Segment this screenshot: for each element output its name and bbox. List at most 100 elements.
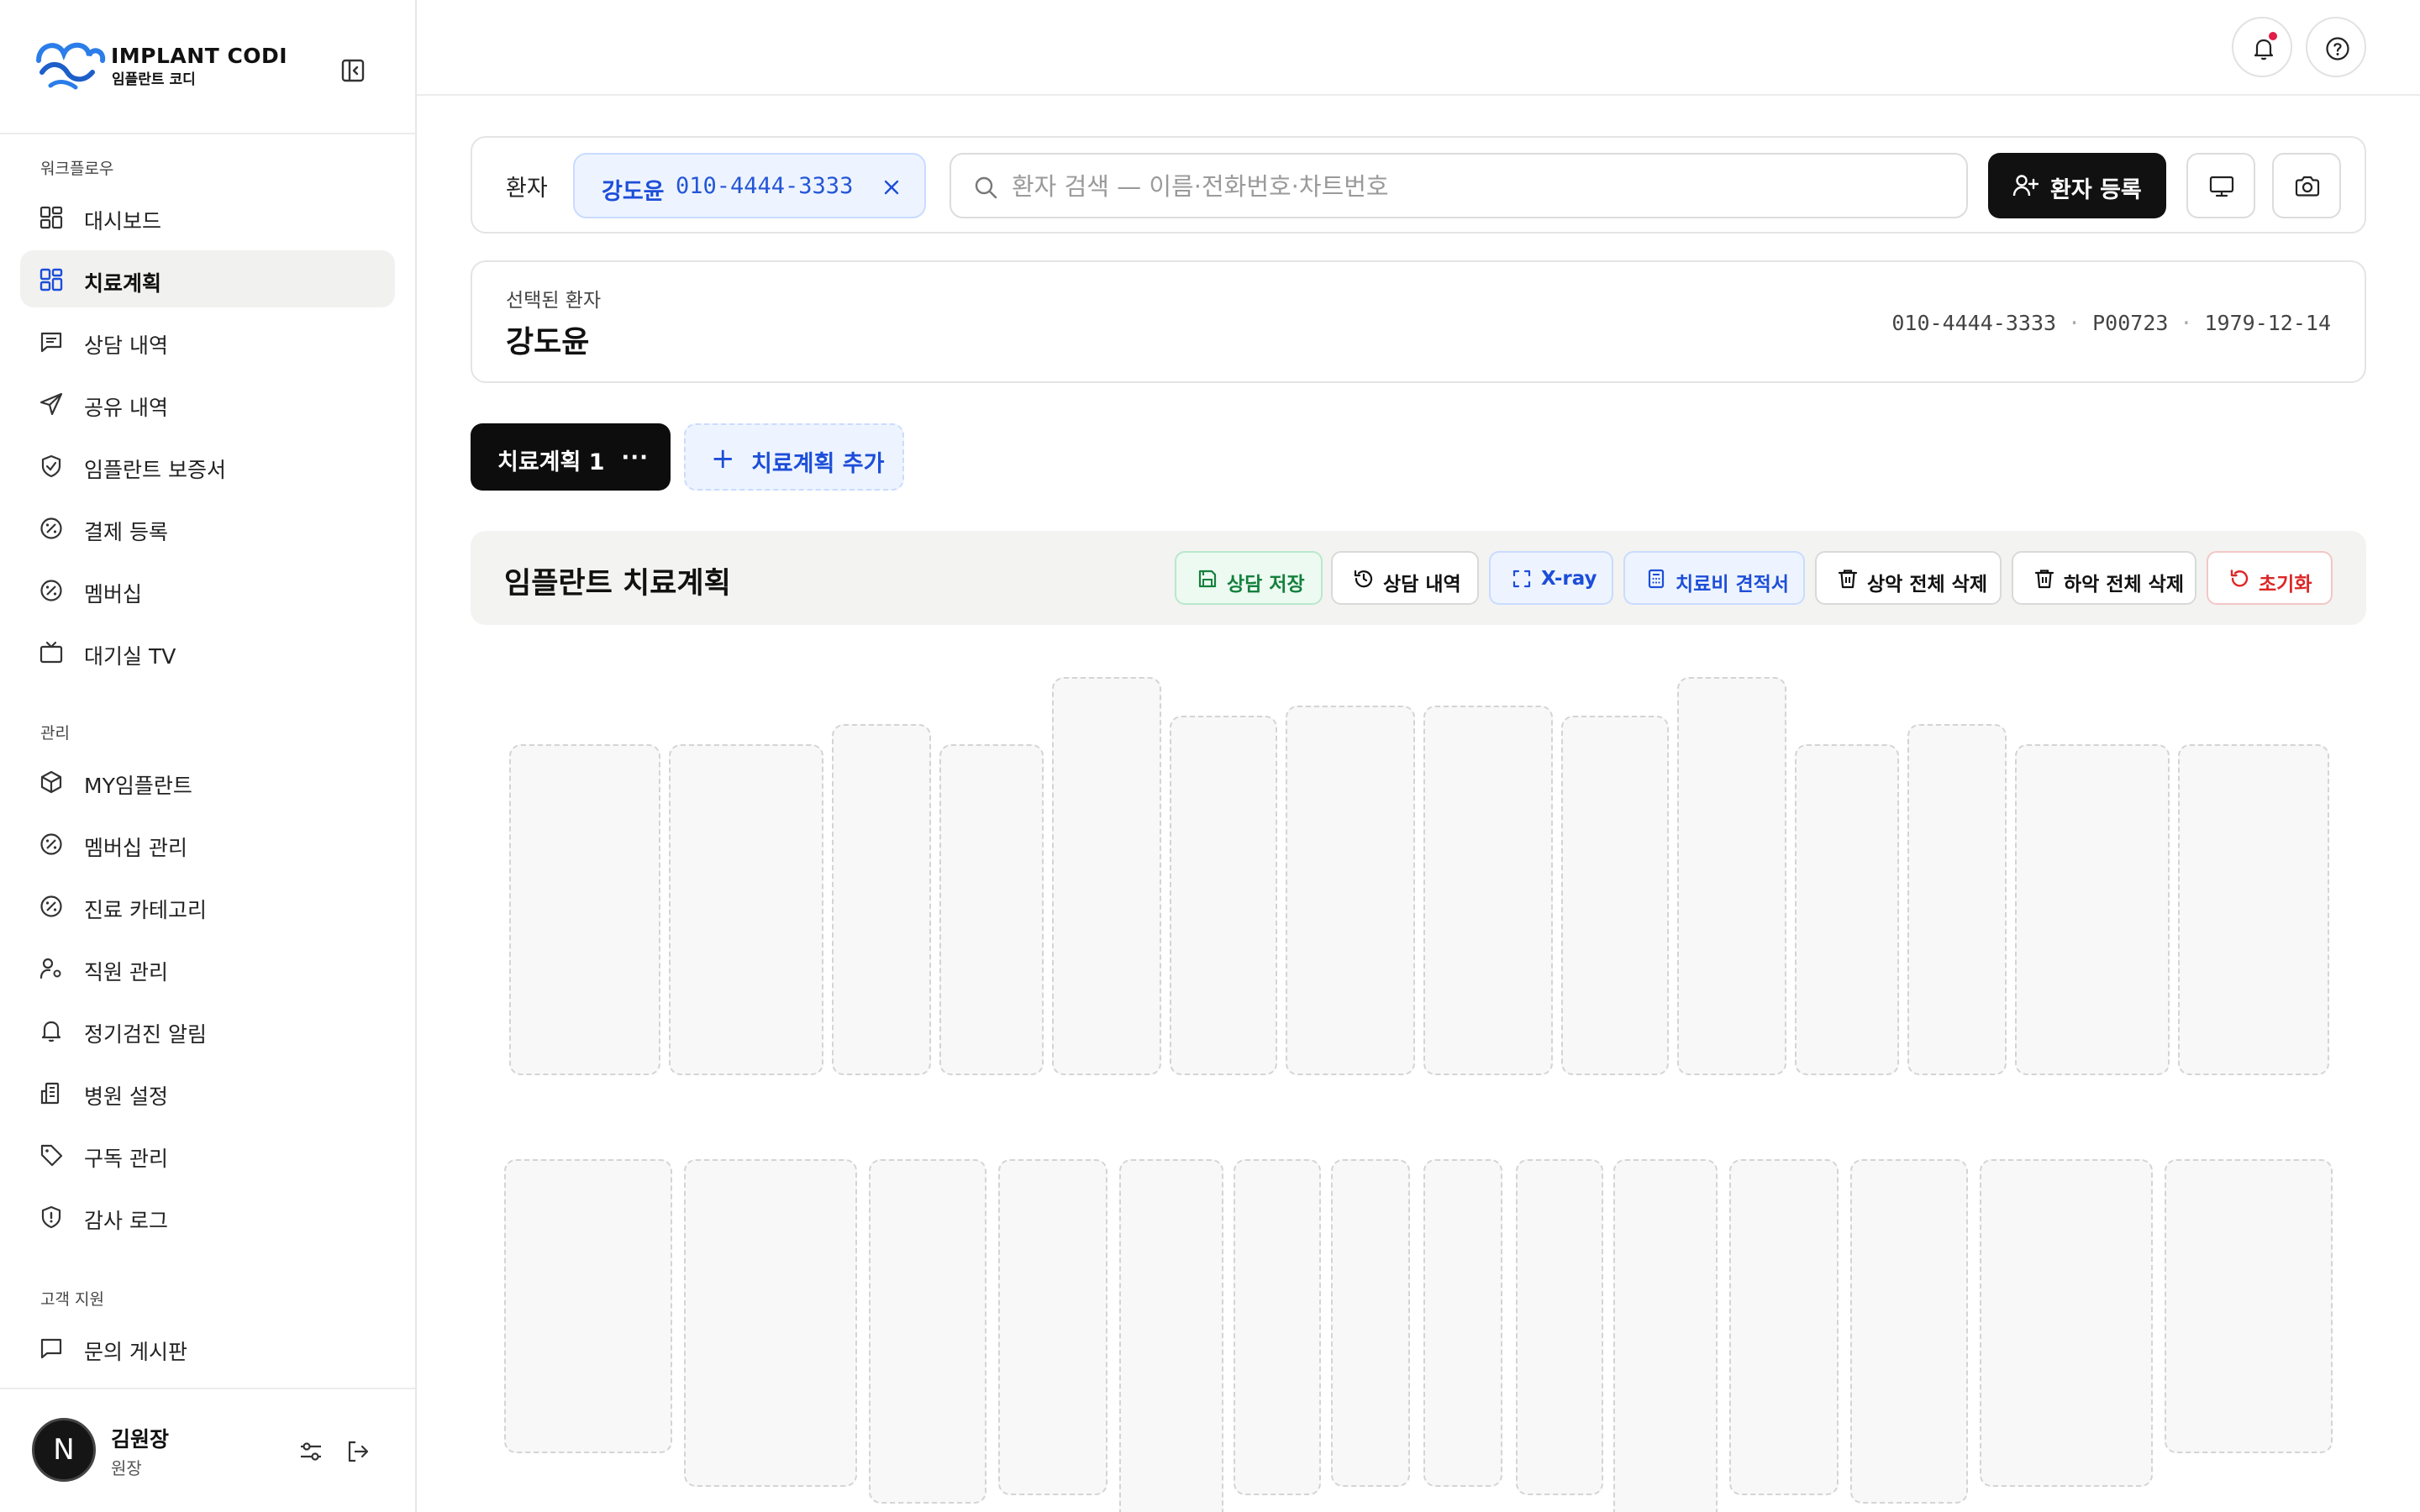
selected-patient-name: 강도윤 — [506, 325, 590, 360]
upper-tooth-slot[interactable] — [1170, 716, 1277, 1075]
plan-title: 임플란트 치료계획 — [504, 567, 731, 601]
lower-tooth-slot[interactable] — [998, 1159, 1107, 1495]
upper-tooth-slot[interactable] — [1795, 744, 1899, 1075]
sidebar-item-staff[interactable]: 직원 관리 — [20, 939, 395, 996]
user-name: 김원장 — [111, 1427, 170, 1452]
selected-patient-chip[interactable]: 강도윤 010-4444-3333 — [573, 153, 926, 218]
settings-sliders-icon[interactable] — [297, 1438, 324, 1465]
upper-tooth-slot[interactable] — [1907, 724, 2007, 1075]
upper-tooth-slot[interactable] — [2178, 744, 2329, 1075]
upper-tooth-slot[interactable] — [1423, 706, 1553, 1075]
sidebar-item-label: 공유 내역 — [84, 396, 168, 420]
add-treatment-plan-button[interactable]: + 치료계획 추가 — [684, 423, 904, 491]
sidebar-item-consultations[interactable]: 상담 내역 — [20, 312, 395, 370]
delete-upper-all-label: 상악 전체 삭제 — [1867, 574, 1987, 596]
lower-tooth-slot[interactable] — [1613, 1159, 1718, 1512]
patient-search-field[interactable] — [950, 153, 1968, 218]
consultation-history-button[interactable]: 상담 내역 — [1331, 551, 1479, 605]
monitor-icon — [2209, 176, 2234, 197]
delete-upper-all-button[interactable]: 상악 전체 삭제 — [1815, 551, 2002, 605]
sidebar-item-waiting-tv[interactable]: 대기실 TV — [20, 623, 395, 680]
upper-tooth-slot[interactable] — [939, 744, 1044, 1075]
avatar[interactable]: N — [32, 1418, 96, 1482]
sidebar-item-label: 진료 카테고리 — [84, 898, 207, 922]
sidebar-item-membership[interactable]: 멤버십 — [20, 561, 395, 618]
message-square-icon — [40, 332, 62, 353]
register-patient-button[interactable]: 환자 등록 — [1988, 153, 2166, 218]
upper-tooth-slot[interactable] — [669, 744, 823, 1075]
help-button[interactable] — [2306, 17, 2366, 77]
reset-label: 초기화 — [2259, 574, 2312, 596]
search-input[interactable] — [1012, 165, 1953, 208]
upper-tooth-slot[interactable] — [1052, 677, 1161, 1075]
xray-label: X-ray — [1541, 568, 1597, 590]
lower-tooth-slot[interactable] — [1850, 1159, 1968, 1504]
sidebar-item-checkup-alert[interactable]: 정기검진 알림 — [20, 1001, 395, 1058]
sidebar-item-label: 대시보드 — [84, 209, 162, 234]
sidebar-item-clinic-settings[interactable]: 병원 설정 — [20, 1063, 395, 1121]
upper-tooth-slot[interactable] — [1561, 716, 1669, 1075]
delete-lower-all-button[interactable]: 하악 전체 삭제 — [2012, 551, 2196, 605]
upper-tooth-slot[interactable] — [832, 724, 931, 1075]
lower-tooth-slot[interactable] — [504, 1159, 672, 1453]
camera-button[interactable] — [2272, 153, 2341, 218]
upper-tooth-slot[interactable] — [1677, 677, 1786, 1075]
send-icon — [39, 392, 63, 416]
user-plus-icon — [2012, 175, 2039, 197]
lower-tooth-slot[interactable] — [1331, 1159, 1410, 1487]
more-horizontal-icon[interactable]: ··· — [621, 445, 649, 470]
chip-patient-phone: 010-4444-3333 — [676, 173, 854, 199]
sidebar-item-membership-admin[interactable]: 멤버십 관리 — [20, 815, 395, 872]
reset-button[interactable]: 초기화 — [2207, 551, 2333, 605]
upper-tooth-slot[interactable] — [509, 744, 660, 1075]
sidebar-item-warranty[interactable]: 임플란트 보증서 — [20, 437, 395, 494]
calculator-icon — [1648, 569, 1665, 589]
sidebar: IMPLANT CODI 임플란트 코디 워크플로우 대시보드 치료계획 상담 … — [0, 0, 417, 1512]
sidebar-item-label: 문의 게시판 — [84, 1340, 187, 1364]
brand-header: IMPLANT CODI 임플란트 코디 — [0, 0, 415, 134]
lower-tooth-slot[interactable] — [2165, 1159, 2333, 1453]
sidebar-item-my-implant[interactable]: MY임플란트 — [20, 753, 395, 810]
sidebar-item-payment[interactable]: 결제 등록 — [20, 499, 395, 556]
dashboard-icon — [39, 206, 63, 229]
sidebar-item-audit-log[interactable]: 감사 로그 — [20, 1188, 395, 1245]
lower-tooth-slot[interactable] — [1234, 1159, 1321, 1495]
delete-lower-all-label: 하악 전체 삭제 — [2064, 574, 2184, 596]
section-label-support: 고객 지원 — [40, 1290, 104, 1309]
sidebar-item-categories[interactable]: 진료 카테고리 — [20, 877, 395, 934]
selected-patient-caption: 선택된 환자 — [506, 290, 602, 312]
upper-tooth-slot[interactable] — [2015, 744, 2170, 1075]
lower-tooth-slot[interactable] — [869, 1159, 986, 1504]
sidebar-item-dashboard[interactable]: 대시보드 — [20, 188, 395, 245]
tab-treatment-plan-1[interactable]: 치료계획 1 ··· — [471, 423, 671, 491]
package-icon — [40, 770, 62, 794]
layout-grid-icon — [39, 268, 63, 291]
lower-tooth-slot[interactable] — [1729, 1159, 1839, 1495]
selected-patient-card: 선택된 환자 강도윤 010-4444-3333 · P00723 · 1979-12-… — [471, 260, 2366, 383]
sidebar-item-inquiry-board[interactable]: 문의 게시판 — [20, 1319, 395, 1376]
sidebar-item-label: 직원 관리 — [84, 960, 168, 984]
sidebar-item-treatment-plan[interactable]: 치료계획 — [20, 250, 395, 307]
lower-tooth-slot[interactable] — [684, 1159, 857, 1487]
close-icon[interactable] — [881, 176, 902, 198]
lower-tooth-slot[interactable] — [1423, 1159, 1502, 1487]
plus-icon: + — [711, 442, 735, 475]
user-profile: N 김원장 원장 — [0, 1388, 415, 1512]
save-consultation-button[interactable]: 상담 저장 — [1175, 551, 1323, 605]
consultation-history-label: 상담 내역 — [1383, 574, 1461, 596]
tv-icon — [39, 641, 63, 664]
chip-patient-name: 강도윤 — [602, 179, 665, 205]
xray-button[interactable]: X-ray — [1489, 551, 1613, 605]
sidebar-item-shares[interactable]: 공유 내역 — [20, 375, 395, 432]
lower-tooth-slot[interactable] — [1980, 1159, 2153, 1487]
sidebar-collapse-icon[interactable] — [339, 57, 366, 84]
logout-icon[interactable] — [345, 1438, 371, 1465]
cost-estimate-button[interactable]: 치료비 견적서 — [1623, 551, 1805, 605]
lower-tooth-slot[interactable] — [1516, 1159, 1603, 1495]
lower-tooth-slot[interactable] — [1119, 1159, 1223, 1512]
sidebar-item-subscription[interactable]: 구독 관리 — [20, 1126, 395, 1183]
monitor-button[interactable] — [2186, 153, 2255, 218]
upper-tooth-slot[interactable] — [1286, 706, 1415, 1075]
notifications-button[interactable] — [2232, 17, 2292, 77]
selected-patient-meta: 010-4444-3333 · P00723 · 1979-12-14 — [1891, 311, 2331, 335]
